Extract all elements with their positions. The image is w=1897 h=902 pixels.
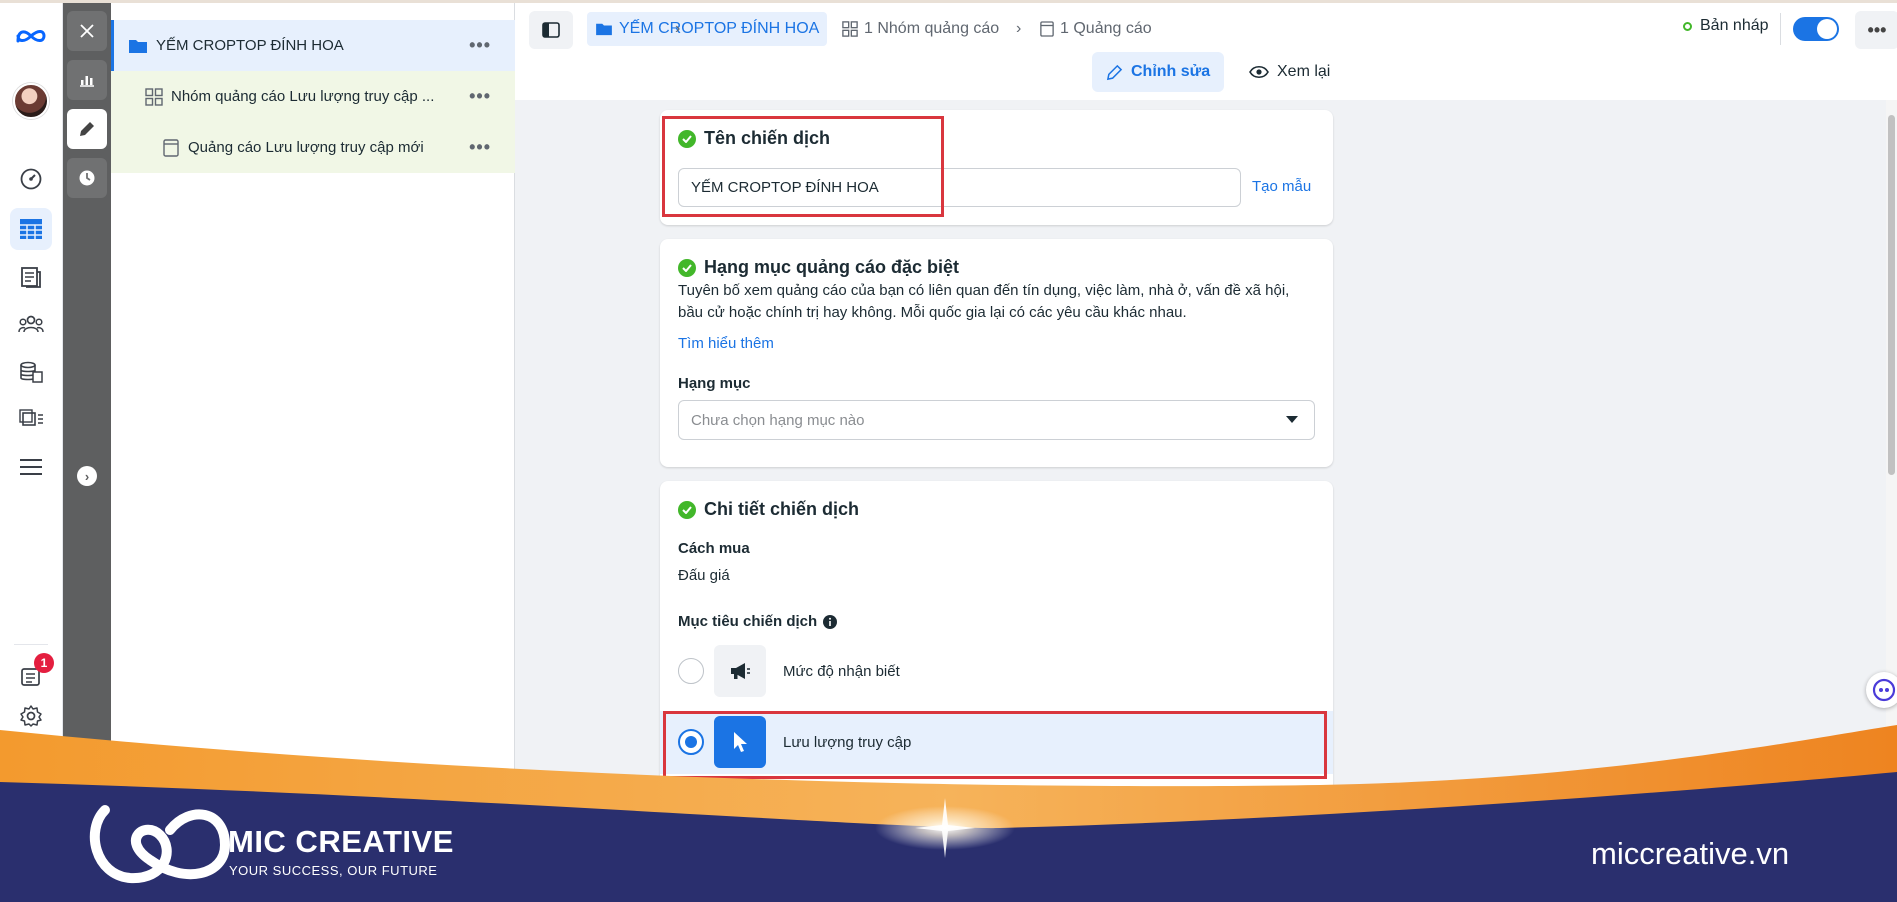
ad-page-icon	[163, 138, 179, 157]
campaign-on-off-toggle[interactable]	[1793, 17, 1839, 41]
option-label: Mức độ nhận biết	[783, 663, 900, 680]
tree-item-label: Nhóm quảng cáo Lưu lượng truy cập ...	[171, 88, 435, 105]
breadcrumb-ads[interactable]: 1 Quảng cáo	[1040, 12, 1152, 46]
buying-type-label: Cách mua	[678, 540, 750, 557]
more-options-icon[interactable]: •••	[469, 86, 491, 107]
dashboard-icon[interactable]	[10, 158, 52, 200]
objective-label: Mục tiêu chiến dịch	[678, 613, 838, 630]
status-draft: Bản nháp	[1683, 17, 1769, 35]
review-mode-button[interactable]: Xem lại	[1235, 52, 1344, 92]
grid-icon	[145, 87, 163, 106]
highlight-box	[662, 116, 944, 217]
section-title: Hạng mục quảng cáo đặc biệt	[678, 257, 959, 278]
eye-icon	[1249, 65, 1269, 79]
billing-icon[interactable]	[10, 351, 52, 393]
audiences-icon[interactable]	[10, 303, 52, 345]
toggle-sidebar-icon[interactable]	[529, 11, 573, 49]
breadcrumb-campaign[interactable]: YẾM CROPTOP ĐÍNH HOA	[587, 12, 828, 46]
ads-manager-table-icon[interactable]	[10, 208, 52, 250]
check-circle-icon	[678, 500, 696, 519]
more-options-icon[interactable]: •••	[1855, 11, 1897, 49]
awareness-radio[interactable]	[678, 658, 704, 684]
status-dot-icon	[1683, 21, 1692, 31]
section-title: Chi tiết chiến dịch	[678, 499, 859, 520]
notification-badge: 1	[34, 653, 54, 673]
chevron-right-icon: ›	[675, 20, 681, 37]
info-icon[interactable]	[823, 614, 838, 629]
more-options-icon[interactable]: •••	[469, 35, 491, 56]
divider	[1780, 13, 1781, 45]
brand-website: miccreative.vn	[1591, 836, 1790, 871]
tree-item-label: YẾM CROPTOP ĐÍNH HOA	[156, 37, 344, 54]
more-options-icon[interactable]: •••	[469, 137, 491, 158]
meta-logo-icon[interactable]	[10, 15, 52, 57]
breadcrumb-adsets[interactable]: 1 Nhóm quảng cáo	[842, 12, 999, 46]
create-template-link[interactable]: Tạo mẫu	[1252, 178, 1311, 195]
grid-icon	[842, 21, 858, 37]
buying-type-value: Đấu giá	[678, 567, 730, 584]
category-label: Hạng mục	[678, 375, 751, 392]
megaphone-icon	[714, 645, 766, 697]
ad-page-icon	[1040, 21, 1054, 37]
scrollbar-thumb[interactable]	[1888, 115, 1895, 475]
pencil-icon	[1106, 64, 1123, 81]
category-select[interactable]: Chưa chọn hạng mục nào	[678, 400, 1315, 440]
divider	[14, 644, 48, 645]
check-circle-icon	[678, 258, 696, 277]
history-clock-icon[interactable]	[67, 158, 107, 198]
folder-icon	[595, 22, 613, 36]
avatar[interactable]	[13, 83, 49, 119]
brand-name: MIC CREATIVE	[228, 824, 454, 859]
expand-panel-chevron-icon[interactable]: ›	[77, 466, 97, 486]
tree-item-ad[interactable]: Quảng cáo Lưu lượng truy cập mới •••	[111, 122, 515, 173]
edit-pencil-icon[interactable]	[67, 109, 107, 149]
description-line: bầu cử hoặc chính trị hay không. Mỗi quố…	[678, 304, 1187, 321]
editor-header: YẾM CROPTOP ĐÍNH HOA › 1 Nhóm quảng cáo …	[515, 3, 1897, 100]
all-tools-menu-icon[interactable]	[10, 446, 52, 488]
pages-icon[interactable]	[10, 256, 52, 298]
edit-mode-button[interactable]: Chỉnh sửa	[1092, 52, 1225, 92]
tree-item-label: Quảng cáo Lưu lượng truy cập mới	[188, 139, 424, 156]
chart-icon[interactable]	[67, 60, 107, 100]
chevron-right-icon: ›	[1016, 20, 1022, 37]
special-ad-category-card: Hạng mục quảng cáo đặc biệt Tuyên bố xem…	[660, 239, 1333, 467]
brand-tagline: YOUR SUCCESS, OUR FUTURE	[229, 863, 438, 878]
learn-more-link[interactable]: Tìm hiểu thêm	[678, 335, 774, 352]
media-library-icon[interactable]	[10, 398, 52, 440]
close-icon[interactable]	[67, 11, 107, 51]
tree-item-adset[interactable]: Nhóm quảng cáo Lưu lượng truy cập ... ••…	[111, 71, 515, 122]
tree-item-campaign[interactable]: YẾM CROPTOP ĐÍNH HOA •••	[111, 20, 515, 71]
description-line: Tuyên bố xem quảng cáo của bạn có liên q…	[678, 282, 1290, 299]
caret-down-icon	[1286, 416, 1298, 424]
folder-icon	[128, 38, 148, 54]
